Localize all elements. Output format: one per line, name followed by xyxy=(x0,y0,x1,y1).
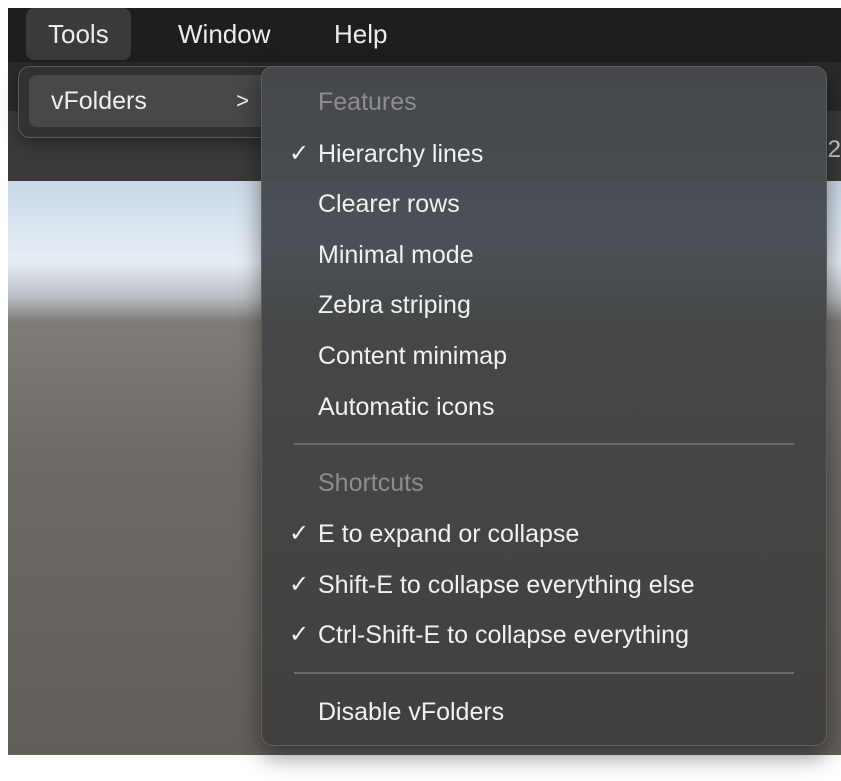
menu-item-collapse-everything-else[interactable]: ✓ Shift-E to collapse everything else xyxy=(262,560,826,610)
menu-separator xyxy=(294,672,794,674)
check-icon: ✓ xyxy=(288,571,310,598)
menu-item-automatic-icons[interactable]: Automatic icons xyxy=(262,382,826,432)
vfolders-submenu: Features ✓ Hierarchy lines Clearer rows … xyxy=(261,66,827,746)
tools-item-vfolders[interactable]: vFolders > xyxy=(29,75,267,127)
menu-item-clearer-rows[interactable]: Clearer rows xyxy=(262,179,826,229)
section-header-features: Features xyxy=(318,88,417,116)
menu-item-zebra-striping[interactable]: Zebra striping xyxy=(262,280,826,330)
menu-item-content-minimap[interactable]: Content minimap xyxy=(262,331,826,381)
check-icon: ✓ xyxy=(288,140,310,167)
menu-window[interactable]: Window xyxy=(156,8,292,60)
menu-item-expand-collapse[interactable]: ✓ E to expand or collapse xyxy=(262,509,826,559)
menu-separator xyxy=(294,443,794,445)
scene-top-right-text: 2 xyxy=(827,136,841,163)
menu-item-collapse-everything[interactable]: ✓ Ctrl-Shift-E to collapse everything xyxy=(262,610,826,660)
menu-item-disable-vfolders[interactable]: Disable vFolders xyxy=(262,687,826,737)
chevron-right-icon: > xyxy=(236,88,249,113)
check-icon: ✓ xyxy=(288,520,310,547)
tools-dropdown: vFolders > xyxy=(18,66,286,138)
check-icon: ✓ xyxy=(288,621,310,648)
menu-tools[interactable]: Tools xyxy=(26,8,131,60)
tools-item-label: vFolders xyxy=(51,87,147,115)
menu-item-hierarchy-lines[interactable]: ✓ Hierarchy lines xyxy=(262,129,826,179)
section-header-shortcuts: Shortcuts xyxy=(318,469,424,497)
app-menubar: Tools Window Help xyxy=(8,8,841,62)
menu-item-minimal-mode[interactable]: Minimal mode xyxy=(262,230,826,280)
scene-bottom-strip xyxy=(8,755,841,781)
menu-help[interactable]: Help xyxy=(312,8,409,60)
